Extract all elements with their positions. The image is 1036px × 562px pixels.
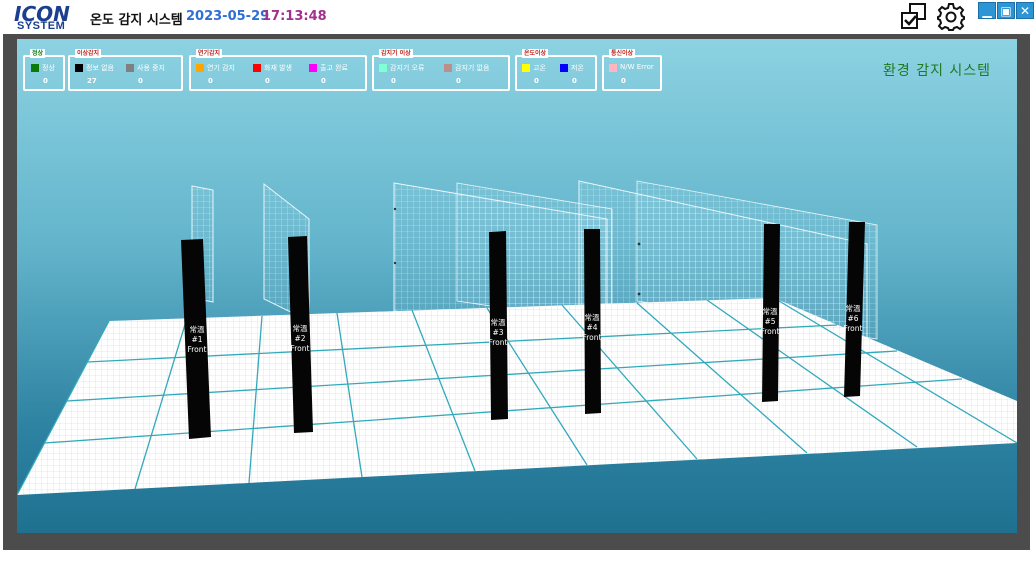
sensor-pillar-label: #6 bbox=[847, 314, 858, 323]
sensor-pillar-label: #2 bbox=[294, 334, 305, 343]
maximize-button[interactable]: ▣ bbox=[997, 2, 1015, 19]
checkbox-pages-icon[interactable] bbox=[899, 2, 929, 32]
system-title: 환경 감지 시스템 bbox=[883, 63, 992, 79]
scene-graphics: 常溫#1Front常溫#2Front常溫#3Front常溫#4Front常溫#5… bbox=[17, 180, 1017, 496]
status-color-swatch bbox=[253, 64, 261, 72]
gear-icon[interactable] bbox=[936, 2, 966, 32]
status-color-swatch bbox=[309, 64, 317, 72]
status-item-label: 감지기 없음 bbox=[455, 64, 490, 72]
icon-system-logo: ICON SYSTEM bbox=[14, 2, 76, 32]
status-item-label: 사용 중지 bbox=[137, 64, 165, 72]
status-item-label: 정상 bbox=[42, 64, 55, 72]
current-date: 2023-05-29 bbox=[186, 9, 270, 24]
minimize-button[interactable]: ▁ bbox=[978, 2, 996, 19]
status-item-label: 연기 감지 bbox=[207, 64, 235, 72]
status-item-count: 0 bbox=[534, 77, 539, 85]
status-item-label: 화재 발생 bbox=[264, 64, 292, 72]
sensor-pillar-label: Front bbox=[291, 344, 310, 353]
status-item-count: 0 bbox=[208, 77, 213, 85]
title-bar: ICON SYSTEM 온도 감지 시스템 2023-05-29 17:13:4… bbox=[0, 0, 1036, 34]
status-group-title: 감지기 이상 bbox=[379, 49, 413, 58]
status-color-swatch bbox=[522, 64, 530, 72]
sensor-pillar-label: Front bbox=[489, 338, 508, 347]
status-item-count: 0 bbox=[391, 77, 396, 85]
window-controls: ▁ ▣ ✕ bbox=[978, 2, 1034, 19]
status-color-swatch bbox=[379, 64, 387, 72]
status-group-title: 이상감지 bbox=[75, 49, 102, 58]
sensor-pillar-label: 常溫 bbox=[491, 318, 506, 327]
viewport-frame: 常溫 #1 Front 常溫 #2 Front 常溫 #3 Front 常溫 #4 Front 常溫 #5… bbox=[3, 34, 1030, 550]
status-color-swatch bbox=[75, 64, 83, 72]
status-item-count: 0 bbox=[321, 77, 326, 85]
status-item-count: 0 bbox=[456, 77, 461, 85]
status-color-swatch bbox=[126, 64, 134, 72]
sensor-pillar-label: Front bbox=[188, 345, 207, 354]
status-item-count: 0 bbox=[43, 77, 48, 85]
sensor-pillar-label: #5 bbox=[764, 317, 775, 326]
status-color-swatch bbox=[31, 64, 39, 72]
sensor-pillar-label: Front bbox=[583, 333, 602, 342]
status-item-label: 고온 bbox=[533, 64, 546, 72]
sensor-pillar-label: Front bbox=[844, 324, 863, 333]
status-group: 연기감지연기 감지 0 화재 발생 0 출고 완료 0 bbox=[189, 49, 367, 91]
3d-scene[interactable]: 常溫 #1 Front 常溫 #2 Front 常溫 #3 Front 常溫 #4 Front 常溫 #5… bbox=[17, 39, 1017, 533]
sensor-pillar-label: 常溫 bbox=[293, 324, 308, 333]
status-item-label: 저온 bbox=[571, 64, 584, 72]
status-item-label: 감지기 오류 bbox=[390, 64, 425, 72]
status-item-count: 0 bbox=[138, 77, 143, 85]
current-time: 17:13:48 bbox=[262, 9, 327, 24]
status-group-title: 연기감지 bbox=[196, 49, 223, 58]
sensor-pillar-label: #3 bbox=[492, 328, 503, 337]
status-color-swatch bbox=[196, 64, 204, 72]
sensor-pillar-label: Front bbox=[761, 327, 780, 336]
status-group: 통신이상 N/W Error 0 bbox=[602, 49, 662, 91]
status-item-count: 0 bbox=[572, 77, 577, 85]
status-item-label: N/W Error bbox=[620, 63, 654, 71]
status-color-swatch bbox=[560, 64, 568, 72]
status-item-count: 0 bbox=[621, 77, 626, 85]
status-group: 감지기 이상감지기 오류 0 감지기 없음 0 bbox=[372, 49, 510, 91]
sensor-pillar-label: #1 bbox=[191, 335, 202, 344]
sensor-pillar[interactable]: 常溫#4Front bbox=[583, 229, 602, 414]
sensor-pillar-label: 常溫 bbox=[763, 307, 778, 316]
logo-line-2: SYSTEM bbox=[17, 20, 66, 32]
status-group-title: 온도이상 bbox=[522, 49, 549, 58]
status-item-label: 출고 완료 bbox=[320, 64, 348, 72]
status-group: 정상 정상 0 bbox=[23, 49, 65, 91]
close-button[interactable]: ✕ bbox=[1016, 2, 1034, 19]
status-group: 온도이상고온 0 저온 0 bbox=[515, 49, 597, 91]
status-item-count: 0 bbox=[265, 77, 270, 85]
status-item-label: 정보 없음 bbox=[86, 64, 114, 72]
status-group-title: 정상 bbox=[30, 49, 46, 58]
status-color-swatch bbox=[444, 64, 452, 72]
status-item-count: 27 bbox=[87, 77, 97, 85]
app-title: 온도 감지 시스템 bbox=[90, 13, 183, 28]
sensor-pillar-label: #4 bbox=[586, 323, 597, 332]
sensor-pillar[interactable]: 常溫#3Front bbox=[489, 231, 508, 420]
sensor-pillar-label: 常溫 bbox=[585, 313, 600, 322]
status-color-swatch bbox=[609, 64, 617, 72]
sensor-pillar-label: 常溫 bbox=[190, 325, 205, 334]
sensor-pillar-label: 常溫 bbox=[846, 304, 861, 313]
status-group-title: 통신이상 bbox=[609, 49, 636, 58]
status-group: 이상감지정보 없음 27 사용 중지 0 bbox=[68, 49, 183, 91]
